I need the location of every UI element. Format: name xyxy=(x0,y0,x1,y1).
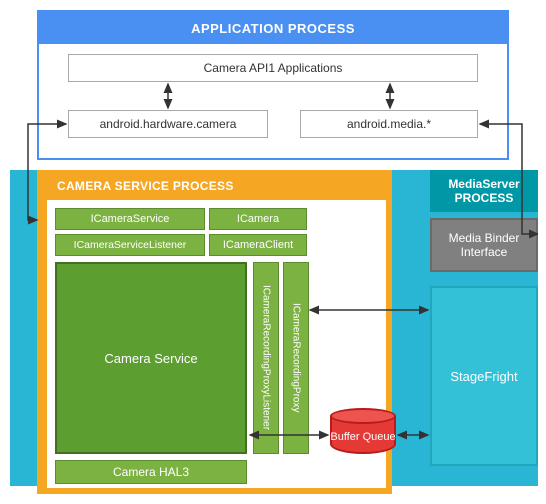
icamera-client-box: ICameraClient xyxy=(209,234,307,256)
android-hardware-camera-box: android.hardware.camera xyxy=(68,110,268,138)
camera-service-process-title: CAMERA SERVICE PROCESS xyxy=(39,172,390,200)
icamera-recording-proxy-listener-box: ICameraRecordingProxyListener xyxy=(253,262,279,454)
application-process-title: APPLICATION PROCESS xyxy=(39,12,507,44)
camera-api-apps-box: Camera API1 Applications xyxy=(68,54,478,82)
media-binder-interface-box: Media Binder Interface xyxy=(430,218,538,272)
icamera-recording-proxy-box: ICameraRecordingProxy xyxy=(283,262,309,454)
android-media-box: android.media.* xyxy=(300,110,478,138)
media-binder-text: Media Binder Interface xyxy=(432,231,536,260)
mediaserver-process-title-text: MediaServer PROCESS xyxy=(430,177,538,206)
camera-service-box: Camera Service xyxy=(55,262,247,454)
icamera-service-listener-box: ICameraServiceListener xyxy=(55,234,205,256)
stagefright-text: StageFright xyxy=(450,369,517,384)
architecture-diagram: APPLICATION PROCESS Camera API1 Applicat… xyxy=(10,10,538,494)
icamera-service-box: ICameraService xyxy=(55,208,205,230)
camera-hal3-box: Camera HAL3 xyxy=(55,460,247,484)
buffer-queue-label: Buffer Queue xyxy=(330,422,396,452)
icamera-box: ICamera xyxy=(209,208,307,230)
mediaserver-process-title: MediaServer PROCESS xyxy=(430,170,538,212)
stagefright-box: StageFright xyxy=(430,286,538,466)
buffer-queue-cylinder: Buffer Queue xyxy=(330,408,396,462)
